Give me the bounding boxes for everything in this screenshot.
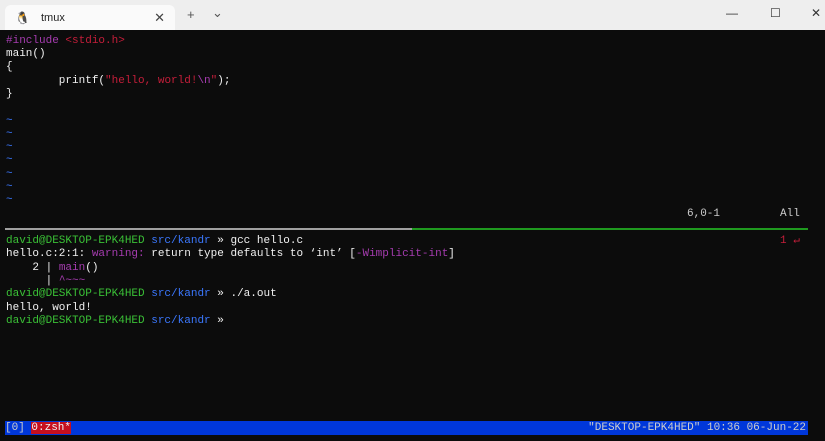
tmux-status-bar: [0] 0:zsh* "DESKTOP-EPK4HED" 10:36 06-Jun… [5,421,808,435]
pane-divider[interactable] [5,228,412,230]
code-line: } [6,88,13,100]
prompt-line: david@DESKTOP-EPK4HED src/kandr » ./a.ou… [6,288,277,300]
pane-divider-active[interactable] [412,228,808,230]
caret-line: | ^~~~ [6,275,86,287]
tab-title: tmux [41,11,65,24]
tilde-line: ~ [6,154,13,166]
tilde-line: ~ [6,168,13,180]
tmux-session: [0] [5,422,32,434]
close-button[interactable]: ✕ [811,6,821,20]
linux-penguin-icon: 🐧 [15,10,30,25]
warning-line: hello.c:2:1: warning: return type defaul… [6,248,455,260]
tmux-window-current[interactable]: 0:zsh* [31,422,72,434]
tilde-line: ~ [6,194,13,206]
terminal[interactable]: #include <stdio.h> main() { printf("hell… [0,30,825,441]
tab-dropdown-button[interactable]: ⌄ [212,5,223,21]
vim-cursor-position: 6,0-1 [687,208,721,220]
tab-close-icon[interactable]: ✕ [154,10,165,26]
tilde-line: ~ [6,115,13,127]
code-line: #include <stdio.h> [6,35,125,47]
maximize-button[interactable]: ☐ [770,6,781,20]
tilde-line: ~ [6,141,13,153]
minimize-button[interactable]: — [726,6,738,20]
exit-code: 1 ↵ [780,235,800,247]
code-line: main() [6,48,46,60]
vim-scroll-indicator: All [780,208,800,220]
tilde-line: ~ [6,128,13,140]
new-tab-button[interactable]: + [187,7,195,22]
prompt-line[interactable]: david@DESKTOP-EPK4HED src/kandr » [6,315,224,328]
tilde-line: ~ [6,181,13,193]
tab-tmux[interactable]: 🐧 tmux ✕ [5,5,175,30]
program-output: hello, world! [6,302,92,314]
code-line: printf("hello, world!\n"); [6,75,231,87]
tmux-status-right: "DESKTOP-EPK4HED" 10:36 06-Jun-22 [588,422,806,434]
source-line: 2 | main() [6,262,99,274]
code-line: { [6,61,13,73]
prompt-line: david@DESKTOP-EPK4HED src/kandr » gcc he… [6,235,304,247]
title-bar: 🐧 tmux ✕ + ⌄ — ☐ ✕ [0,0,825,30]
